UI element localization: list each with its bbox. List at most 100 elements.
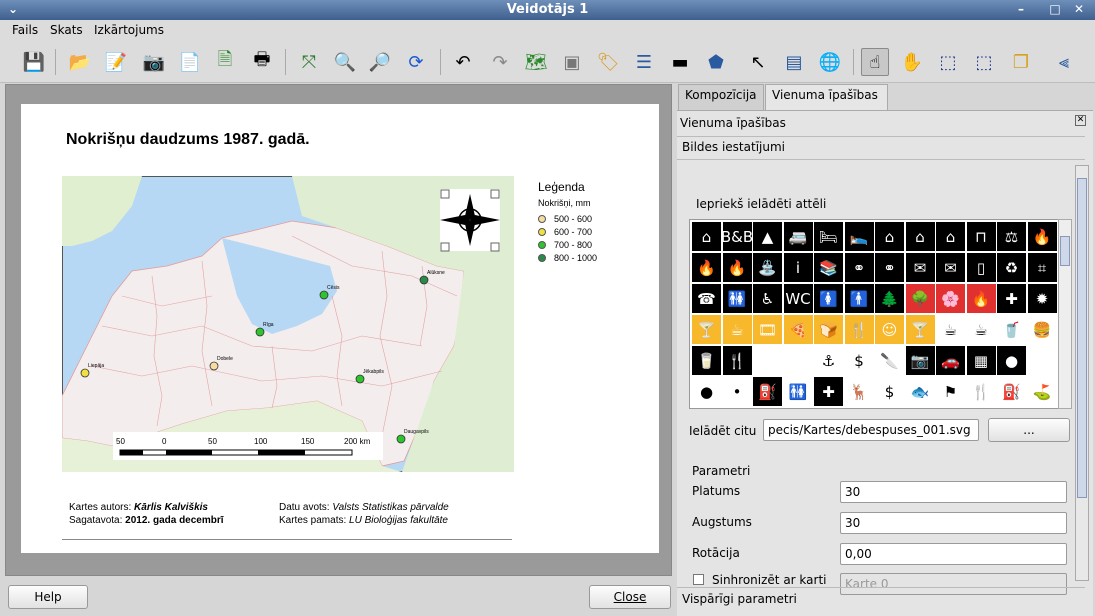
preloaded-image-thumb[interactable]: 🚻 [722, 284, 752, 313]
compass-item[interactable] [440, 189, 500, 252]
preloaded-image-thumb[interactable]: ⚭ [844, 253, 874, 282]
preloaded-image-thumb[interactable]: ☕ [722, 315, 752, 344]
add-html-icon[interactable]: 🌐 [816, 48, 844, 76]
preloaded-image-thumb[interactable]: ⛽ [997, 377, 1026, 406]
preloaded-image-thumb[interactable]: 🥤 [997, 315, 1026, 344]
export-pdf-icon[interactable]: 📄 [176, 48, 204, 76]
preloaded-image-thumb[interactable]: 📚 [814, 253, 843, 282]
rotation-spinbox[interactable]: 0,00 [840, 543, 1067, 565]
preloaded-image-thumb[interactable] [1027, 346, 1057, 375]
preloaded-image-thumb[interactable]: 🍕 [783, 315, 813, 344]
preloaded-image-thumb[interactable]: B&B [721, 222, 753, 251]
preloaded-image-thumb[interactable]: 🌲 [875, 284, 904, 313]
redo-icon[interactable]: ↷ [486, 48, 514, 76]
open-template-icon[interactable]: 📂 [66, 48, 94, 76]
preloaded-image-thumb[interactable]: ⛽ [753, 377, 782, 406]
undo-icon[interactable]: ↶ [449, 48, 477, 76]
preloaded-image-thumb[interactable]: 🍸 [905, 315, 935, 344]
image-path-input[interactable]: pecis/Kartes/debespuses_001.svg [763, 419, 979, 441]
preloaded-image-thumb[interactable]: ✉ [905, 253, 935, 282]
preloaded-image-thumb[interactable]: 🔥 [692, 253, 721, 282]
export-svg-icon[interactable]: 🗎 [211, 48, 239, 76]
add-map-icon[interactable]: 🗺 [522, 48, 550, 76]
preloaded-image-thumb[interactable]: ♻ [997, 253, 1026, 282]
footer-right[interactable]: Datu avots: Valsts Statistikas pārvalde … [279, 501, 449, 527]
preloaded-image-thumb[interactable]: 🍴 [844, 315, 874, 344]
preloaded-image-thumb[interactable]: ⌂ [875, 222, 904, 251]
preloaded-image-thumb[interactable]: 🚗 [936, 346, 965, 375]
dock-scrollbar[interactable] [1075, 165, 1089, 581]
preloaded-image-thumb[interactable]: $ [875, 377, 904, 406]
grid-scrollbar[interactable] [1058, 219, 1072, 409]
preloaded-image-thumb[interactable]: ⚖ [997, 222, 1026, 251]
preloaded-image-thumb[interactable]: ▦ [966, 346, 996, 375]
preloaded-image-thumb[interactable]: ⌂ [936, 222, 965, 251]
print-icon[interactable]: 🖶 [248, 48, 276, 76]
zoom-out-icon[interactable]: 🔎 [366, 48, 394, 76]
preloaded-image-thumb[interactable]: ☎ [692, 284, 721, 313]
preloaded-image-thumb[interactable]: ⌗ [1027, 253, 1057, 282]
map-frame[interactable]: Liepāja Dobele Rīga Cēsis Alūksne Jēkabpils Da… [62, 176, 514, 472]
add-scalebar-icon[interactable]: ▬ [666, 48, 694, 76]
tab-kompozicija[interactable]: Kompozīcija [678, 84, 764, 110]
preloaded-image-thumb[interactable] [753, 346, 782, 375]
add-image-icon[interactable]: ▣ [558, 48, 586, 76]
map-select[interactable]: Karte 0 [840, 573, 1067, 595]
refresh-icon[interactable]: ⟳ [402, 48, 430, 76]
preloaded-image-thumb[interactable]: ✚ [814, 377, 843, 406]
preloaded-image-thumb[interactable]: 🚺 [814, 284, 843, 313]
move-content-icon[interactable]: ✋ [898, 48, 926, 76]
menu-izkartojums[interactable]: Izkārtojums [94, 23, 164, 37]
preloaded-image-thumb[interactable]: 🥛 [692, 346, 721, 375]
preloaded-image-thumb[interactable]: ● [692, 377, 721, 406]
preloaded-image-thumb[interactable]: 🔥 [1027, 222, 1057, 251]
close-button[interactable]: Close [589, 585, 671, 609]
section-image-settings[interactable]: Bildes iestatījumi [682, 140, 785, 154]
legend[interactable]: Leģenda Nokrišņi, mm 500 - 600 600 - 700… [538, 180, 597, 264]
save-icon[interactable]: 💾 [20, 48, 48, 76]
raise-icon[interactable]: ❐ [1007, 48, 1035, 76]
footer-left[interactable]: Kartes autors: Kārlis Kalviškis Sagatavo… [69, 501, 224, 527]
width-input[interactable]: 30 [840, 481, 1067, 503]
preloaded-image-thumb[interactable]: ▲ [753, 222, 782, 251]
add-arrow-icon[interactable]: ↖ [744, 48, 772, 76]
preloaded-image-thumb[interactable]: ⚑ [936, 377, 965, 406]
composition-canvas[interactable]: Nokrišņu daudzums 1987. gadā. Liepāja Do… [5, 84, 672, 576]
preloaded-image-thumb[interactable]: ⚓ [814, 346, 843, 375]
preloaded-image-thumb[interactable]: 🚐 [783, 222, 813, 251]
zoom-full-icon[interactable]: ⤧ [295, 48, 323, 76]
preloaded-image-thumb[interactable]: 🌸 [936, 284, 965, 313]
preloaded-image-thumb[interactable]: ☕ [936, 315, 965, 344]
preloaded-image-thumb[interactable]: 🛏 [814, 222, 843, 251]
menu-fails[interactable]: Fails [12, 23, 38, 37]
preloaded-image-thumb[interactable]: ● [997, 346, 1026, 375]
preloaded-image-thumb[interactable]: 🔥 [722, 253, 752, 282]
preloaded-image-thumb[interactable]: 🌳 [905, 284, 935, 313]
tab-vienuma-ipasibas[interactable]: Vienuma īpašības [765, 84, 888, 111]
save-template-icon[interactable]: 📝 [102, 48, 130, 76]
preloaded-image-thumb[interactable]: 🛌 [844, 222, 874, 251]
zoom-in-icon[interactable]: 🔍 [331, 48, 359, 76]
preloaded-image-thumb[interactable]: ⛲ [753, 253, 782, 282]
browse-button[interactable]: ... [988, 418, 1070, 442]
ungroup-icon[interactable]: ⬚ [970, 48, 998, 76]
add-label-icon[interactable]: 🏷 [594, 48, 622, 76]
preloaded-image-thumb[interactable]: 🍔 [1027, 315, 1057, 344]
section-general-params[interactable]: Vispārīgi parametri [682, 592, 797, 606]
preloaded-image-thumb[interactable]: 🍴 [966, 377, 996, 406]
group-icon[interactable]: ⬚ [934, 48, 962, 76]
minimize-icon[interactable]: – [1012, 1, 1030, 18]
preloaded-image-thumb[interactable]: $ [844, 346, 874, 375]
preloaded-image-thumb[interactable]: i [783, 253, 813, 282]
preloaded-image-thumb[interactable]: 🍸 [692, 315, 721, 344]
height-input[interactable]: 30 [840, 512, 1067, 534]
preloaded-image-thumb[interactable]: 🦌 [844, 377, 874, 406]
preloaded-image-thumb[interactable] [783, 346, 813, 375]
preloaded-image-thumb[interactable]: 🎞 [753, 315, 782, 344]
preloaded-image-thumb[interactable]: 🚻 [783, 377, 813, 406]
export-image-icon[interactable]: 📷 [140, 48, 168, 76]
preloaded-image-thumb[interactable]: ⚭ [875, 253, 904, 282]
dock-close-icon[interactable]: ✕ [1075, 115, 1086, 126]
preloaded-image-thumb[interactable]: 🐟 [905, 377, 935, 406]
preloaded-image-thumb[interactable]: 📷 [905, 346, 935, 375]
